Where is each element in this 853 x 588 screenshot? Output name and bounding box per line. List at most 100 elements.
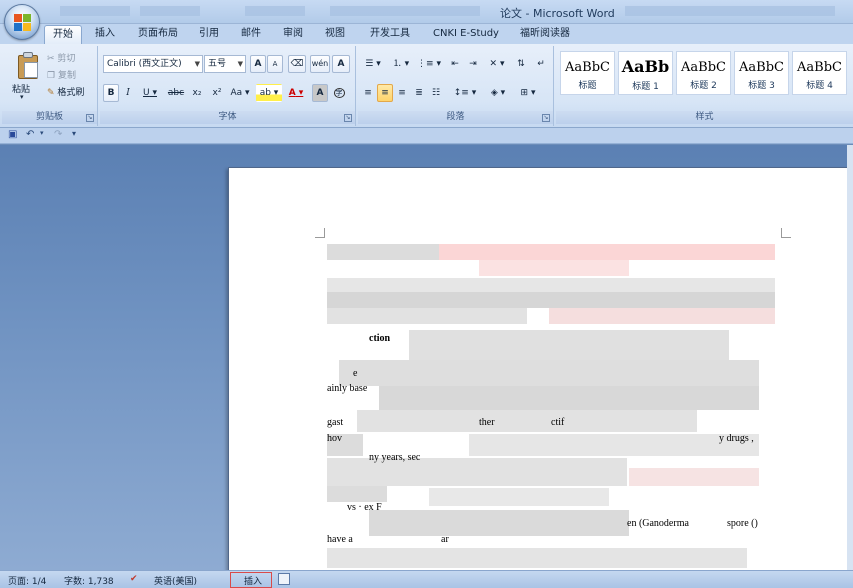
save-icon[interactable]: ▣: [8, 129, 17, 140]
blurred-text-block: [429, 488, 609, 506]
tab-insert[interactable]: 插入: [88, 25, 122, 44]
tab-page-layout[interactable]: 页面布局: [130, 25, 186, 44]
borders-button[interactable]: ⊞ ▾: [514, 84, 542, 102]
align-right-button[interactable]: ≡: [394, 84, 410, 102]
font-size-select[interactable]: 五号 ▼: [204, 55, 246, 73]
increase-indent-icon: ⇥: [469, 59, 477, 69]
chevron-down-icon[interactable]: ▾: [40, 129, 44, 137]
blurred-text-block: [327, 486, 387, 502]
enclose-char-button[interactable]: 字: [330, 84, 348, 102]
format-painter-button[interactable]: ✎ 格式刷: [46, 84, 96, 102]
text-fragment: ny years, sec: [369, 452, 421, 463]
style-heading-4[interactable]: AaBbC 标题 4: [792, 51, 847, 95]
document-page[interactable]: ction e ainly base gast ther ctif hov y …: [228, 167, 853, 587]
format-painter-label: 格式刷: [57, 88, 85, 98]
vertical-scrollbar[interactable]: [847, 145, 853, 570]
scissors-icon: ✂: [47, 54, 55, 64]
clear-format-button[interactable]: ⌫: [288, 55, 306, 73]
shading-button[interactable]: ◈ ▾: [484, 84, 512, 102]
tab-developer[interactable]: 开发工具: [362, 25, 418, 44]
word-count-status[interactable]: 字数: 1,738: [64, 574, 114, 587]
style-name: 标题 2: [690, 81, 717, 91]
customize-qat-icon[interactable]: ▾: [72, 129, 76, 138]
tab-view[interactable]: 视图: [318, 25, 352, 44]
font-name-value: Calibri (西文正文): [107, 59, 182, 69]
change-case-label: Aa: [230, 88, 243, 98]
blurred-text-block: [479, 260, 629, 276]
underline-button[interactable]: U ▾: [138, 84, 162, 102]
font-name-select[interactable]: Calibri (西文正文) ▼: [103, 55, 203, 73]
decrease-indent-button[interactable]: ⇤: [446, 55, 464, 73]
office-button[interactable]: [4, 4, 40, 40]
tab-foxit-reader[interactable]: 福昕阅读器: [512, 25, 578, 44]
strikethrough-label: abc: [167, 88, 185, 98]
increase-indent-button[interactable]: ⇥: [464, 55, 482, 73]
paste-button[interactable]: 粘贴 ▾: [6, 46, 42, 104]
blurred-text-block: [409, 330, 729, 360]
insert-mode-status[interactable]: 插入: [244, 574, 262, 587]
highlighter-icon: ab: [259, 88, 271, 98]
sort-button[interactable]: ⇅: [512, 55, 530, 73]
cut-button[interactable]: ✂ 剪切: [46, 50, 90, 68]
subscript-label: x₂: [192, 88, 202, 98]
style-sample: AaBb: [621, 57, 670, 76]
clipboard-launcher-icon[interactable]: ↘: [86, 114, 94, 122]
tab-mailings[interactable]: 邮件: [234, 25, 268, 44]
tab-review[interactable]: 审阅: [276, 25, 310, 44]
style-heading-1[interactable]: AaBb 标题 1: [618, 51, 673, 95]
bold-button[interactable]: B: [103, 84, 119, 102]
text-fragment: ther: [479, 417, 495, 428]
superscript-button[interactable]: x²: [208, 84, 226, 102]
grow-font-label: A: [254, 59, 262, 69]
enclosed-character-icon: 字: [333, 88, 345, 98]
align-center-icon: ≡: [381, 88, 389, 98]
font-launcher-icon[interactable]: ↘: [344, 114, 352, 122]
style-heading-2[interactable]: AaBbC 标题 2: [676, 51, 731, 95]
blurred-region: [140, 6, 200, 16]
char-shading-button[interactable]: A: [312, 84, 328, 102]
grow-font-button[interactable]: A: [250, 55, 266, 73]
multilevel-list-button[interactable]: ⋮≡ ▾: [416, 55, 442, 73]
bullets-button[interactable]: ☰ ▾: [360, 55, 386, 73]
blurred-text-block: [629, 468, 759, 486]
change-case-button[interactable]: Aa ▾: [228, 84, 252, 102]
align-left-button[interactable]: ≡: [360, 84, 376, 102]
char-border-button[interactable]: A: [332, 55, 350, 73]
copy-button[interactable]: ❐ 复制: [46, 67, 90, 85]
font-group: Calibri (西文正文) ▼ 五号 ▼ A A ⌫ wén A B I U ▾ …: [100, 46, 356, 126]
tab-references[interactable]: 引用: [192, 25, 226, 44]
show-marks-button[interactable]: ↵: [532, 55, 550, 73]
numbering-button[interactable]: ⒈ ▾: [388, 55, 414, 73]
undo-icon[interactable]: ↶: [26, 129, 34, 140]
italic-button[interactable]: I: [120, 84, 136, 102]
language-status[interactable]: 英语(美国): [154, 574, 197, 587]
blurred-text-block: [439, 244, 775, 260]
blurred-text-block: [327, 278, 775, 292]
font-color-button[interactable]: A ▾: [284, 84, 308, 102]
tab-home[interactable]: 开始: [44, 25, 82, 44]
window-title: 论文 - Microsoft Word: [500, 7, 615, 20]
phonetic-guide-button[interactable]: wén: [310, 55, 330, 73]
style-heading-3[interactable]: AaBbC 标题 3: [734, 51, 789, 95]
highlight-button[interactable]: ab ▾: [256, 84, 282, 102]
style-title[interactable]: AaBbC 标题: [560, 51, 615, 95]
line-spacing-button[interactable]: ↕≡ ▾: [452, 84, 478, 102]
shrink-font-button[interactable]: A: [267, 55, 283, 73]
decrease-indent-icon: ⇤: [451, 59, 459, 69]
tab-cnki-estudy[interactable]: CNKI E-Study: [428, 25, 504, 44]
distribute-button[interactable]: ☷: [428, 84, 444, 102]
paragraph-launcher-icon[interactable]: ↘: [542, 114, 550, 122]
align-center-button[interactable]: ≡: [377, 84, 393, 102]
page-count-status[interactable]: 页面: 1/4: [8, 574, 46, 587]
subscript-button[interactable]: x₂: [188, 84, 206, 102]
macro-record-icon[interactable]: [278, 573, 290, 585]
strikethrough-button[interactable]: abc: [166, 84, 186, 102]
justify-button[interactable]: ≣: [411, 84, 427, 102]
asian-layout-icon: ✕: [489, 59, 498, 69]
proofing-icon[interactable]: ✔: [130, 574, 138, 584]
clipboard-group-label: 剪贴板: [2, 111, 97, 124]
border-grid-icon: ⊞: [520, 88, 529, 98]
asian-layout-button[interactable]: ✕ ▾: [484, 55, 510, 73]
redo-icon[interactable]: ↷: [54, 129, 62, 140]
style-sample: AaBbC: [797, 60, 842, 75]
